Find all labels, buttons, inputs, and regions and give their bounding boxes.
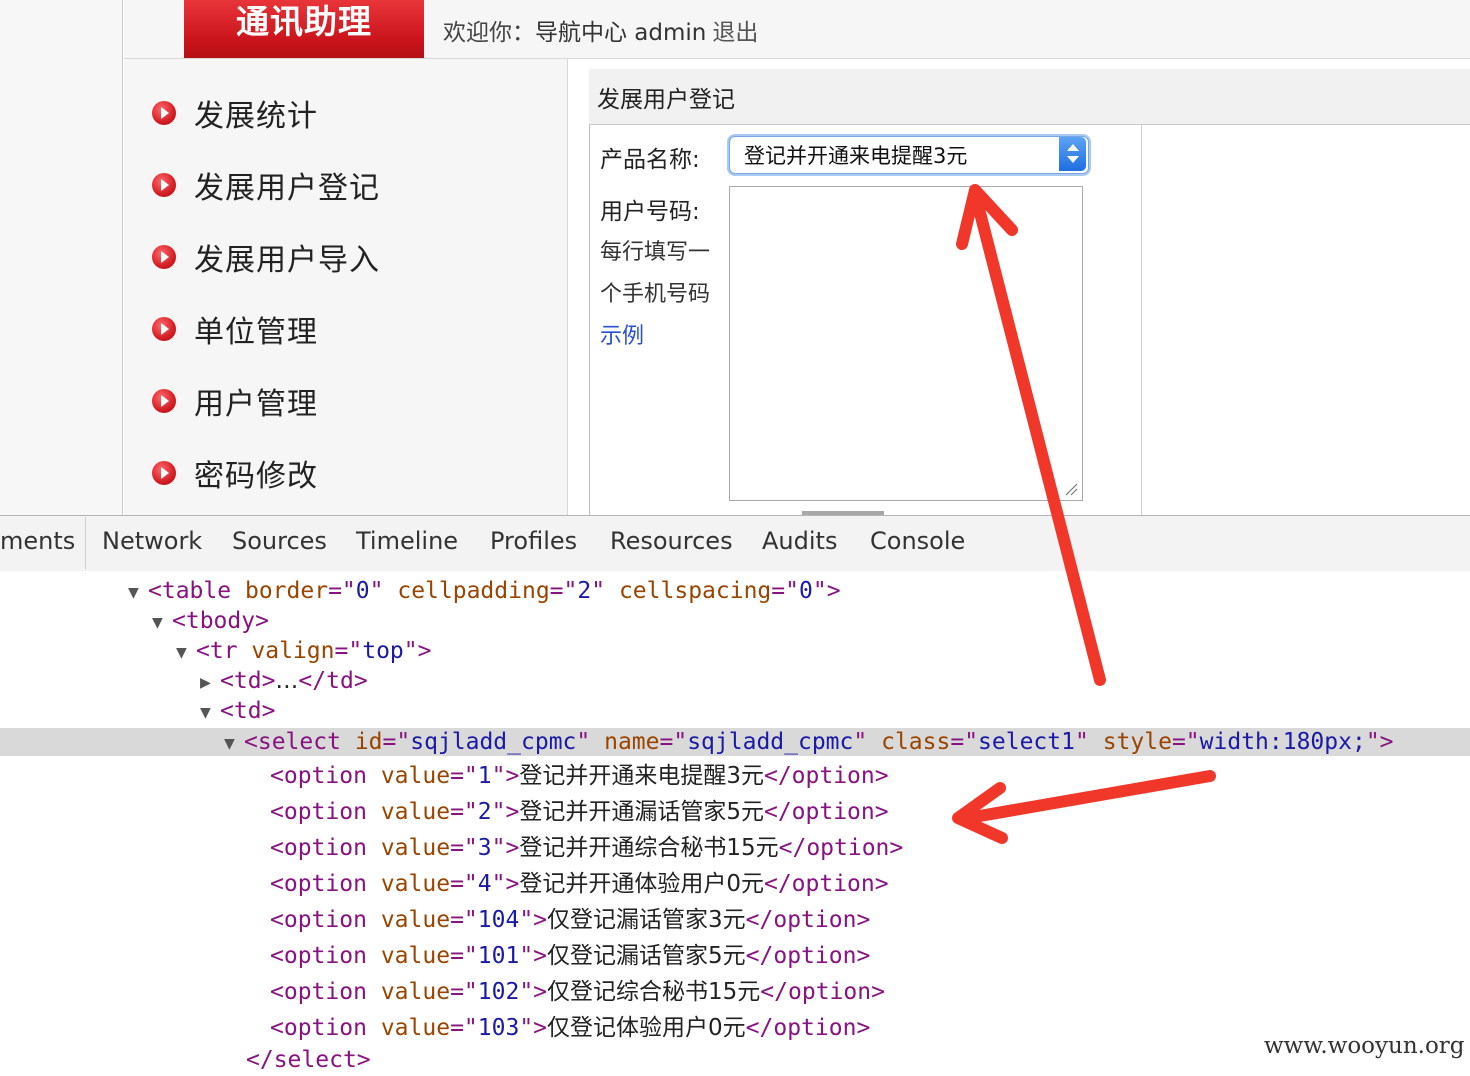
- dom-node-option[interactable]: <option value="3">登记并开通综合秘书15元</option>: [270, 833, 903, 863]
- tab-separator: [85, 517, 86, 569]
- sidebar-item-user-import[interactable]: 发展用户导入: [152, 237, 380, 278]
- sidebar-item-label: 发展用户导入: [194, 243, 380, 278]
- sidebar-item-user-manage[interactable]: 用户管理: [152, 381, 318, 422]
- dom-node-tr[interactable]: ▼ <tr valign="top">: [176, 636, 431, 666]
- dom-node-option[interactable]: <option value="104">仅登记漏话管家3元</option>: [270, 905, 870, 935]
- resize-grip-icon[interactable]: [1064, 482, 1078, 496]
- expand-triangle-icon[interactable]: ▼: [128, 578, 148, 608]
- expand-triangle-icon[interactable]: ▼: [200, 698, 220, 728]
- tab-timeline[interactable]: Timeline: [356, 527, 458, 555]
- dom-node-td-open[interactable]: ▼ <td>: [200, 696, 275, 726]
- phone-numbers-textarea[interactable]: [729, 186, 1083, 501]
- bullet-arrow-icon: [152, 245, 176, 269]
- tab-network[interactable]: Network: [102, 527, 202, 555]
- welcome-user: 导航中心 admin: [535, 20, 707, 46]
- dom-node-tbody[interactable]: ▼ <tbody>: [152, 606, 269, 636]
- devtools-tab-bar: [0, 515, 1470, 572]
- bullet-arrow-icon: [152, 173, 176, 197]
- dom-node-select-close[interactable]: </select>: [246, 1045, 371, 1075]
- bullet-arrow-icon: [152, 461, 176, 485]
- collapse-triangle-icon[interactable]: ▶: [200, 668, 220, 698]
- expand-triangle-icon[interactable]: ▼: [224, 729, 244, 759]
- dom-node-option[interactable]: <option value="101">仅登记漏话管家5元</option>: [270, 941, 870, 971]
- dom-node-option[interactable]: <option value="2">登记并开通漏话管家5元</option>: [270, 797, 889, 827]
- tab-profiles[interactable]: Profiles: [490, 527, 577, 555]
- phone-hint-line1: 每行填写一: [600, 240, 711, 265]
- sidebar-item-label: 密码修改: [194, 459, 318, 494]
- select-updown-icon[interactable]: [1059, 137, 1086, 171]
- bullet-arrow-icon: [152, 101, 176, 125]
- dom-node-select[interactable]: ▼ <select id="sqjladd_cpmc" name="sqjladd…: [224, 727, 1394, 757]
- sidebar: 发展统计 发展用户登记 发展用户导入 单位管理 用户管理 密码修改: [124, 59, 568, 515]
- panel-title: 发展用户登记: [597, 87, 735, 113]
- sidebar-item-label: 发展统计: [194, 99, 318, 134]
- example-link[interactable]: 示例: [600, 318, 644, 350]
- phone-hint-line2: 个手机号码: [600, 282, 711, 307]
- sidebar-item-user-register[interactable]: 发展用户登记: [152, 165, 380, 206]
- brand-logo: 通讯助理: [184, 0, 424, 58]
- bullet-arrow-icon: [152, 389, 176, 413]
- watermark: www.wooyun.org: [1264, 1033, 1465, 1059]
- sidebar-item-unit-manage[interactable]: 单位管理: [152, 309, 318, 350]
- phone-label: 用户号码:: [600, 199, 700, 225]
- tab-audits[interactable]: Audits: [762, 527, 837, 555]
- sidebar-item-label: 用户管理: [194, 387, 318, 422]
- logout-link[interactable]: 退出: [712, 20, 758, 46]
- column-divider: [1141, 125, 1142, 515]
- product-label: 产品名称:: [600, 147, 700, 173]
- dom-node-option[interactable]: <option value="1">登记并开通来电提醒3元</option>: [270, 761, 889, 791]
- expand-triangle-icon[interactable]: ▼: [152, 608, 172, 638]
- bullet-arrow-icon: [152, 317, 176, 341]
- dom-node-option[interactable]: <option value="102">仅登记综合秘书15元</option>: [270, 977, 885, 1007]
- dom-node-option[interactable]: <option value="4">登记并开通体验用户0元</option>: [270, 869, 889, 899]
- dom-node-option[interactable]: <option value="103">仅登记体验用户0元</option>: [270, 1013, 870, 1043]
- tab-sources[interactable]: Sources: [232, 527, 327, 555]
- tab-elements[interactable]: ments: [0, 527, 75, 555]
- expand-triangle-icon[interactable]: ▼: [176, 638, 196, 668]
- tab-console[interactable]: Console: [870, 527, 965, 555]
- welcome-text: 欢迎你：导航中心 admin 退出: [443, 13, 758, 47]
- dom-node-td-collapsed[interactable]: ▶ <td>…</td>: [200, 666, 368, 696]
- sidebar-item-label: 发展用户登记: [194, 171, 380, 206]
- tab-resources[interactable]: Resources: [610, 527, 733, 555]
- product-select-value[interactable]: 登记并开通来电提醒3元: [744, 140, 967, 170]
- sidebar-item-label: 单位管理: [194, 315, 318, 350]
- outer-frame-left: [0, 0, 123, 515]
- sidebar-item-stats[interactable]: 发展统计: [152, 93, 318, 134]
- dom-node-table[interactable]: ▼ <table border="0" cellpadding="2" cells…: [128, 576, 841, 606]
- welcome-prefix: 欢迎你：: [443, 20, 535, 46]
- sidebar-item-password[interactable]: 密码修改: [152, 453, 318, 494]
